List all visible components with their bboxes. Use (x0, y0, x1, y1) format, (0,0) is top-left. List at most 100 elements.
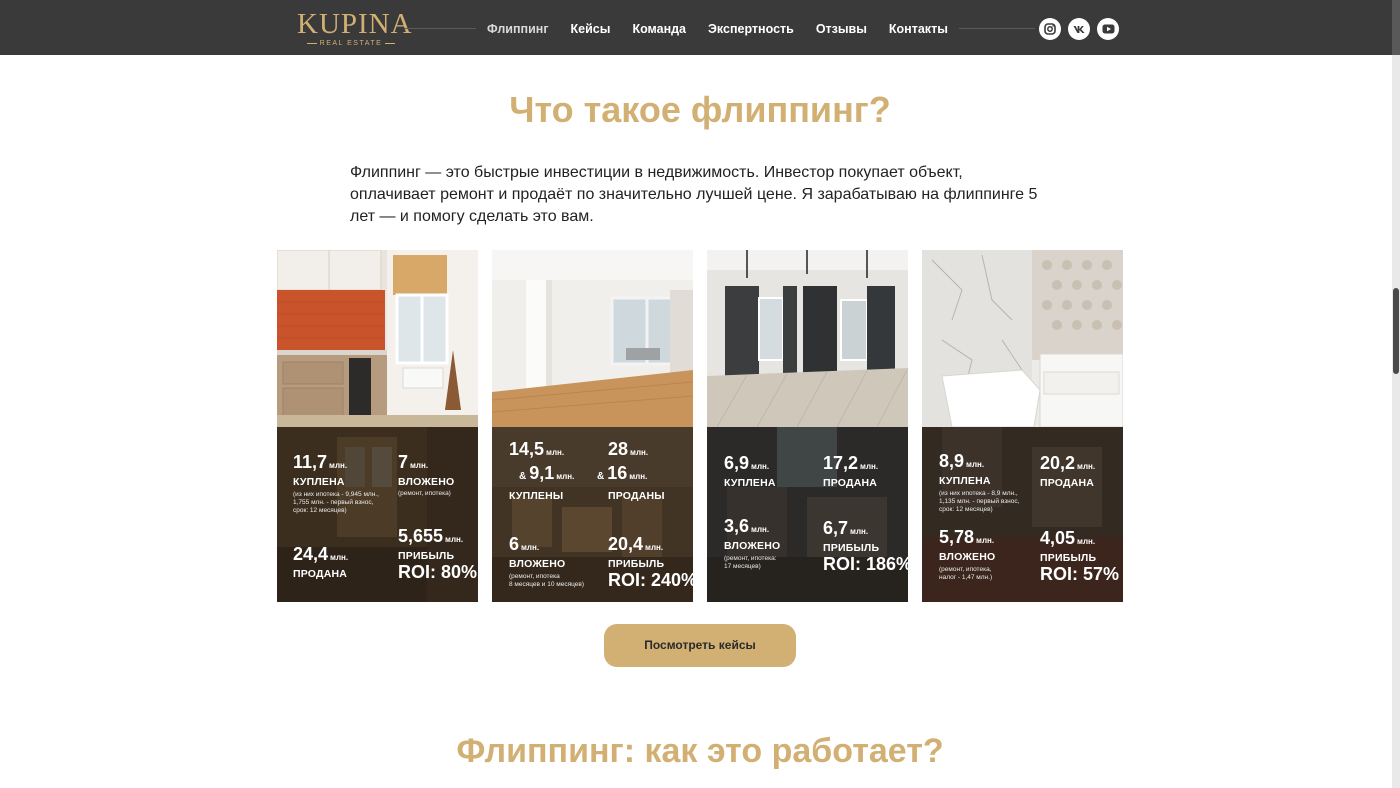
scrollbar-thumb[interactable] (1393, 288, 1399, 374)
bought-note-line: (из них ипотека - 8,9 млн., (939, 490, 1018, 497)
bought-value: 6,9 (724, 453, 750, 473)
stat-bought: 8,9 млн. КУПЛЕНА (из них ипотека - 8,9 мл… (939, 451, 1019, 514)
youtube-icon[interactable] (1097, 18, 1119, 40)
bought-label: КУПЛЕНА (724, 477, 776, 489)
stat-sold: 24,4 млн. ПРОДАНА (293, 544, 348, 580)
bought-value: 11,7 (293, 452, 328, 472)
invested-value: 7 (398, 452, 409, 472)
invested-value: 3,6 (724, 516, 750, 536)
stat-invested: 5,78 млн. ВЛОЖЕНО (ремонт, ипотека, налог… (939, 527, 995, 582)
invested-note-line: (ремонт, ипотека, (939, 566, 992, 573)
bought-note-line: 1,755 млн. - первый взнос, (293, 499, 374, 506)
bought-label: КУПЛЕНЫ (509, 490, 564, 502)
stat-bought: 11,7 млн. КУПЛЕНА (из них ипотека - 9,945… (293, 452, 379, 515)
kitchen-photo (277, 250, 478, 427)
unit-label: млн. (629, 472, 648, 481)
profit-label: ПРИБЫЛЬ (1040, 552, 1097, 564)
section-title-what-is-flipping: Что такое флиппинг? (509, 89, 891, 130)
nav-item-cases[interactable]: Кейсы (559, 20, 622, 38)
stat-sold: 17,2 млн. ПРОДАНА (823, 453, 878, 489)
nav-item-flipping[interactable]: Флиппинг (476, 20, 560, 38)
invested-note-line: 8 месяцев и 10 месяцев) (509, 581, 585, 588)
unit-label: млн. (751, 462, 770, 471)
logo-wordmark: KUPINA (297, 8, 413, 40)
invested-label: ВЛОЖЕНО (939, 551, 996, 563)
invested-note-line: (ремонт, ипотека) (398, 490, 451, 497)
section-title-how-it-works: Флиппинг: как это работает? (456, 732, 944, 770)
invested-label: ВЛОЖЕНО (509, 558, 566, 570)
case-card[interactable]: 8,9 млн. КУПЛЕНА (из них ипотека - 8,9 мл… (922, 250, 1123, 602)
bought-value-2: 9,1 (529, 463, 555, 483)
profit-value: 6,7 (823, 518, 849, 538)
stat-bought: 6,9 млн. КУПЛЕНА (724, 453, 776, 489)
invested-value: 6 (509, 534, 520, 554)
stat-bought: 14,5 млн. & 9,1 млн. КУПЛЕНЫ (509, 439, 574, 502)
instagram-icon[interactable] (1039, 18, 1061, 40)
unit-label: млн. (850, 527, 869, 536)
invested-label: ВЛОЖЕНО (724, 540, 781, 552)
stat-sold: 28 млн. & 16 млн. ПРОДАНЫ (597, 439, 665, 502)
case-stats: 6,9 млн. КУПЛЕНА 17,2 млн. ПРОДАНА 3,6 млн.… (707, 427, 908, 602)
bought-value: 14,5 (509, 439, 545, 459)
unit-label: млн. (630, 448, 649, 457)
nav-item-team[interactable]: Команда (621, 20, 698, 38)
roi-value: ROI: 80% (398, 562, 478, 582)
sold-value: 17,2 (823, 453, 859, 473)
stat-profit: 4,05 млн. ПРИБЫЛЬ ROI: 57% (1040, 528, 1119, 584)
view-cases-button[interactable]: Посмотреть кейсы (604, 624, 796, 667)
case-stats: 11,7 млн. КУПЛЕНА (из них ипотека - 9,945… (277, 427, 478, 602)
bought-note-line: срок: 12 месяцев) (939, 506, 993, 513)
room-with-curtains-photo (707, 250, 908, 427)
bought-note-line: (из них ипотека - 9,945 млн., (293, 491, 379, 498)
bought-label: КУПЛЕНА (939, 475, 991, 487)
sold-label: ПРОДАНА (293, 568, 348, 580)
invested-note-line: (ремонт, ипотека: (724, 555, 777, 562)
unit-label: млн. (330, 553, 349, 562)
sold-label: ПРОДАНА (823, 477, 878, 489)
case-card[interactable]: 11,7 млн. КУПЛЕНА (из них ипотека - 9,945… (277, 250, 478, 602)
unit-label: млн. (976, 536, 995, 545)
bought-label: КУПЛЕНА (293, 476, 345, 488)
unit-label: млн. (410, 461, 429, 470)
roi-value: ROI: 240% (608, 570, 693, 590)
kupina-logo[interactable]: KUPINA REAL ESTATE (297, 8, 413, 48)
case-stats: 8,9 млн. КУПЛЕНА (из них ипотека - 8,9 мл… (922, 427, 1123, 602)
unit-label: млн. (521, 543, 540, 552)
case-card[interactable]: 6,9 млн. КУПЛЕНА 17,2 млн. ПРОДАНА 3,6 млн.… (707, 250, 908, 602)
unit-label: млн. (329, 461, 348, 470)
unit-label: млн. (966, 460, 985, 469)
stat-invested: 6 млн. ВЛОЖЕНО (ремонт, ипотека 8 месяцев… (509, 534, 584, 589)
unit-label: млн. (645, 543, 664, 552)
unit-label: млн. (860, 462, 879, 471)
invested-note-line: налог - 1,47 млн.) (939, 574, 993, 581)
site-header: KUPINA REAL ESTATE Флиппинг Кейсы Команд… (0, 0, 1392, 55)
living-room-photo (492, 250, 693, 427)
sold-value: 20,2 (1040, 453, 1076, 473)
nav-item-expertise[interactable]: Экспертность (697, 20, 805, 38)
nav-item-reviews[interactable]: Отзывы (804, 20, 878, 38)
invested-note-line: 17 месяцев) (724, 563, 761, 570)
sold-value: 24,4 (293, 544, 329, 564)
bathroom-photo (922, 250, 1123, 427)
roi-value: ROI: 186% (823, 554, 908, 574)
profit-label: ПРИБЫЛЬ (398, 550, 455, 562)
amp-sign: & (597, 471, 605, 482)
case-card[interactable]: 14,5 млн. & 9,1 млн. КУПЛЕНЫ 28 млн. & 16 млн.… (492, 250, 693, 602)
profit-value: 20,4 (608, 534, 644, 554)
unit-label: млн. (445, 535, 464, 544)
stat-invested: 3,6 млн. ВЛОЖЕНО (ремонт, ипотека: 17 мес… (724, 516, 780, 571)
unit-label: млн. (1077, 462, 1096, 471)
roi-value: ROI: 57% (1040, 564, 1120, 584)
case-stats: 14,5 млн. & 9,1 млн. КУПЛЕНЫ 28 млн. & 16 млн.… (492, 427, 693, 602)
bought-value: 8,9 (939, 451, 965, 471)
invested-label: ВЛОЖЕНО (398, 476, 455, 488)
sold-label: ПРОДАНЫ (608, 490, 665, 502)
vk-icon[interactable] (1068, 18, 1090, 40)
nav-item-contacts[interactable]: Контакты (877, 20, 959, 38)
social-links (1039, 18, 1119, 40)
profit-label: ПРИБЫЛЬ (608, 558, 665, 570)
logo-subtitle: REAL ESTATE (301, 39, 401, 48)
profit-value: 4,05 (1040, 528, 1076, 548)
unit-label: млн. (751, 525, 770, 534)
invested-note-line: (ремонт, ипотека (509, 573, 560, 580)
